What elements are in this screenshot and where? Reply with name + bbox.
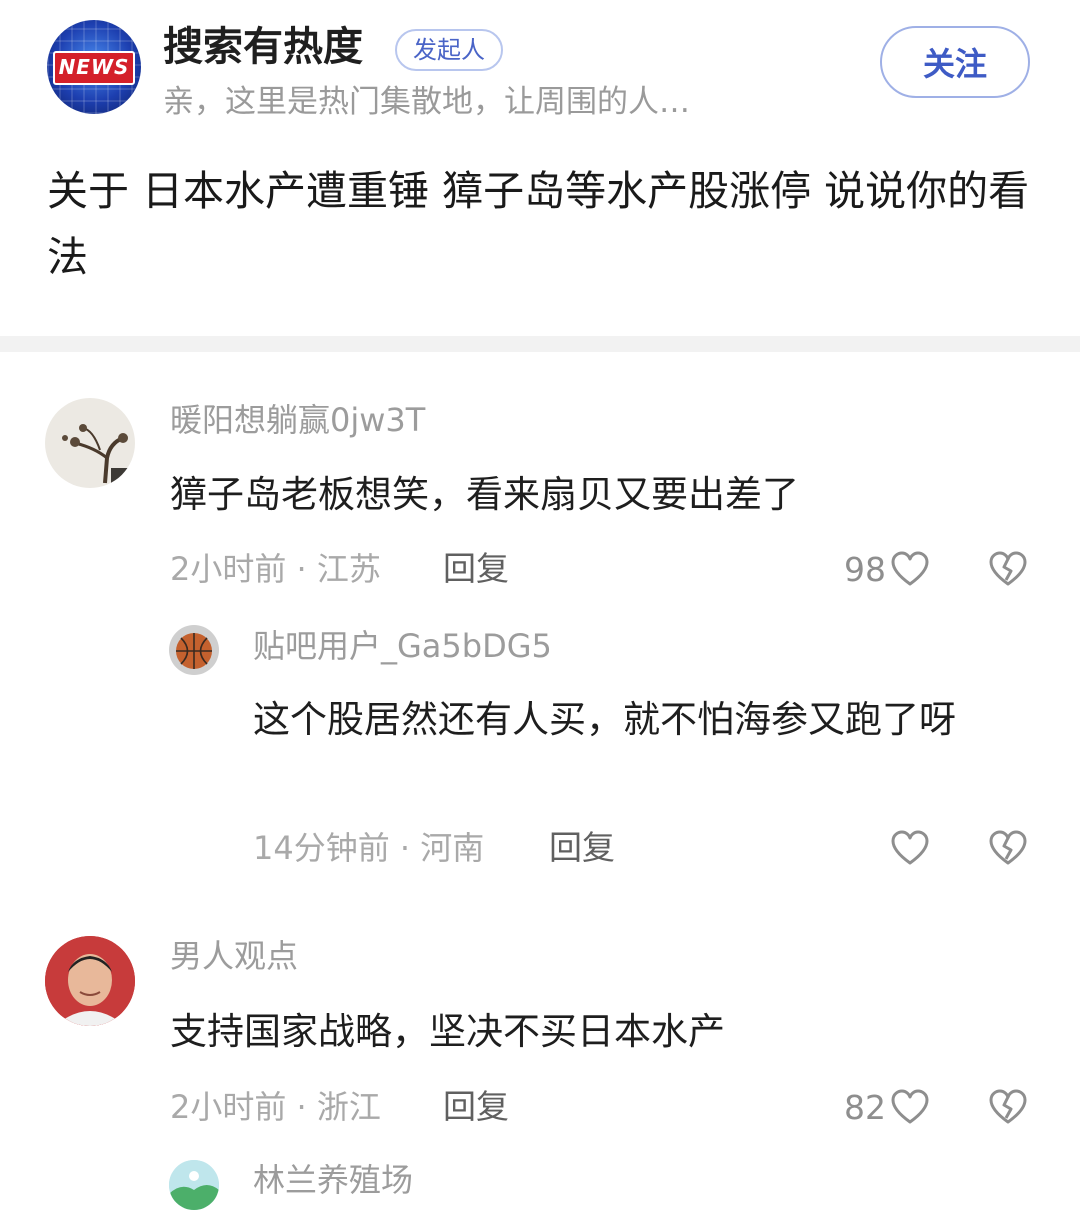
reply-username[interactable]: 林兰养殖场 <box>253 1158 413 1202</box>
channel-description: 亲，这里是热门集散地，让周围的人… <box>163 84 690 120</box>
heart-icon[interactable] <box>890 550 930 588</box>
comment-text: 支持国家战略，坚决不买日本水产 <box>170 1010 725 1053</box>
bonsai-image <box>62 424 135 488</box>
reply-text: 这个股居然还有人买，就不怕海参又跑了呀 <box>253 698 956 741</box>
reply-meta: 14分钟前 · 河南 <box>253 829 485 867</box>
comment-text: 獐子岛老板想笑，看来扇贝又要出差了 <box>170 473 799 516</box>
comment-username[interactable]: 男人观点 <box>170 934 298 978</box>
follow-button[interactable]: 关注 <box>880 26 1030 98</box>
comment-meta: 2小时前 · 江苏 <box>170 550 381 588</box>
comment-username[interactable]: 暖阳想躺赢0jw3T <box>170 398 425 442</box>
reply-button[interactable]: 回复 <box>443 547 509 591</box>
reply-button[interactable]: 回复 <box>549 826 615 870</box>
channel-name[interactable]: 搜索有热度 <box>163 22 363 72</box>
like-count: 82 <box>844 1088 886 1127</box>
broken-heart-icon[interactable] <box>988 1088 1028 1126</box>
avatar[interactable] <box>45 398 135 488</box>
basketball-image <box>176 633 212 669</box>
landscape-image <box>169 1160 219 1210</box>
reply-username[interactable]: 贴吧用户_Ga5bDG5 <box>253 624 552 668</box>
reply-button[interactable]: 回复 <box>443 1085 509 1129</box>
channel-avatar[interactable]: NEWS <box>47 20 141 114</box>
role-badge: 发起人 <box>395 29 503 71</box>
avatar[interactable] <box>45 936 135 1026</box>
heart-icon[interactable] <box>890 829 930 867</box>
broken-heart-icon[interactable] <box>988 550 1028 588</box>
man-portrait-image <box>45 936 135 1026</box>
avatar[interactable] <box>169 1160 219 1210</box>
heart-icon[interactable] <box>890 1088 930 1126</box>
news-logo-text: NEWS <box>53 51 135 85</box>
topic-title: 关于 日本水产遭重锤 獐子岛等水产股涨停 说说你的看法 <box>47 167 1030 281</box>
broken-heart-icon[interactable] <box>988 829 1028 867</box>
comment-meta: 2小时前 · 浙江 <box>170 1088 381 1126</box>
avatar[interactable] <box>169 625 219 675</box>
section-divider <box>0 336 1080 352</box>
like-count: 98 <box>844 550 886 589</box>
